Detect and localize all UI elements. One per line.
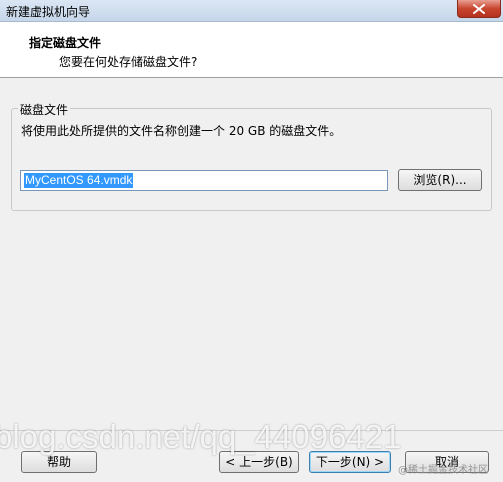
disk-file-name-input[interactable] xyxy=(20,170,388,191)
close-icon xyxy=(473,3,485,14)
new-vm-wizard-window: 新建虚拟机向导 指定磁盘文件 您要在何处存储磁盘文件? 磁盘文件 将使用此处所提… xyxy=(0,0,503,482)
cancel-button[interactable]: 取消 xyxy=(405,451,489,473)
title-bar[interactable]: 新建虚拟机向导 xyxy=(0,0,503,22)
browse-button[interactable]: 浏览(R)... xyxy=(398,169,482,191)
page-title: 指定磁盘文件 xyxy=(29,36,102,50)
next-button[interactable]: 下一步(N) > xyxy=(309,451,391,473)
disk-file-group: 磁盘文件 将使用此处所提供的文件名称创建一个 20 GB 的磁盘文件。 MyCe… xyxy=(11,101,492,211)
help-button[interactable]: 帮助 xyxy=(21,451,97,473)
wizard-footer: 帮助 < 上一步(B) 下一步(N) > 取消 xyxy=(0,430,503,482)
wizard-header: 指定磁盘文件 您要在何处存储磁盘文件? xyxy=(0,22,503,78)
disk-file-group-legend: 磁盘文件 xyxy=(18,101,71,118)
close-button[interactable] xyxy=(457,0,501,18)
back-button[interactable]: < 上一步(B) xyxy=(219,451,299,473)
window-title: 新建虚拟机向导 xyxy=(6,5,91,19)
page-subtitle: 您要在何处存储磁盘文件? xyxy=(59,55,198,69)
disk-file-description: 将使用此处所提供的文件名称创建一个 20 GB 的磁盘文件。 xyxy=(21,124,342,138)
